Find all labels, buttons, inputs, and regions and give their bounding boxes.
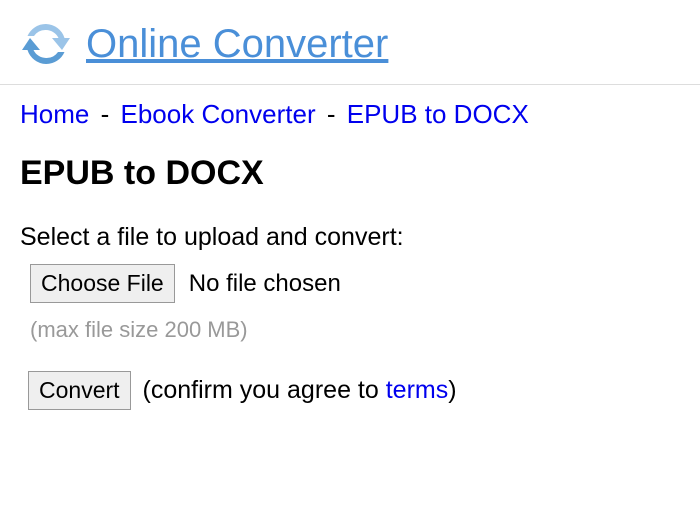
confirm-suffix: ) [448, 376, 456, 404]
file-status-text: No file chosen [189, 270, 341, 298]
confirm-text: (confirm you agree to terms) [143, 376, 457, 405]
refresh-arrows-icon [20, 18, 72, 70]
breadcrumb-category[interactable]: Ebook Converter [121, 99, 316, 129]
main-content: Home - Ebook Converter - EPUB to DOCX EP… [0, 85, 700, 424]
choose-file-button[interactable]: Choose File [30, 264, 175, 303]
breadcrumb-current[interactable]: EPUB to DOCX [347, 99, 529, 129]
breadcrumb-home[interactable]: Home [20, 99, 89, 129]
convert-row: Convert (confirm you agree to terms) [20, 371, 680, 410]
site-header: Online Converter [0, 0, 700, 85]
breadcrumb-separator: - [327, 99, 336, 129]
terms-link[interactable]: terms [386, 376, 449, 404]
page-title: EPUB to DOCX [20, 154, 680, 193]
convert-button[interactable]: Convert [28, 371, 131, 410]
breadcrumb-separator: - [101, 99, 110, 129]
breadcrumb: Home - Ebook Converter - EPUB to DOCX [20, 99, 680, 130]
confirm-prefix: (confirm you agree to [143, 376, 386, 404]
max-file-size-note: (max file size 200 MB) [30, 317, 680, 343]
upload-label: Select a file to upload and convert: [20, 223, 680, 252]
site-title[interactable]: Online Converter [86, 22, 388, 67]
file-input-row: Choose File No file chosen [30, 264, 680, 303]
